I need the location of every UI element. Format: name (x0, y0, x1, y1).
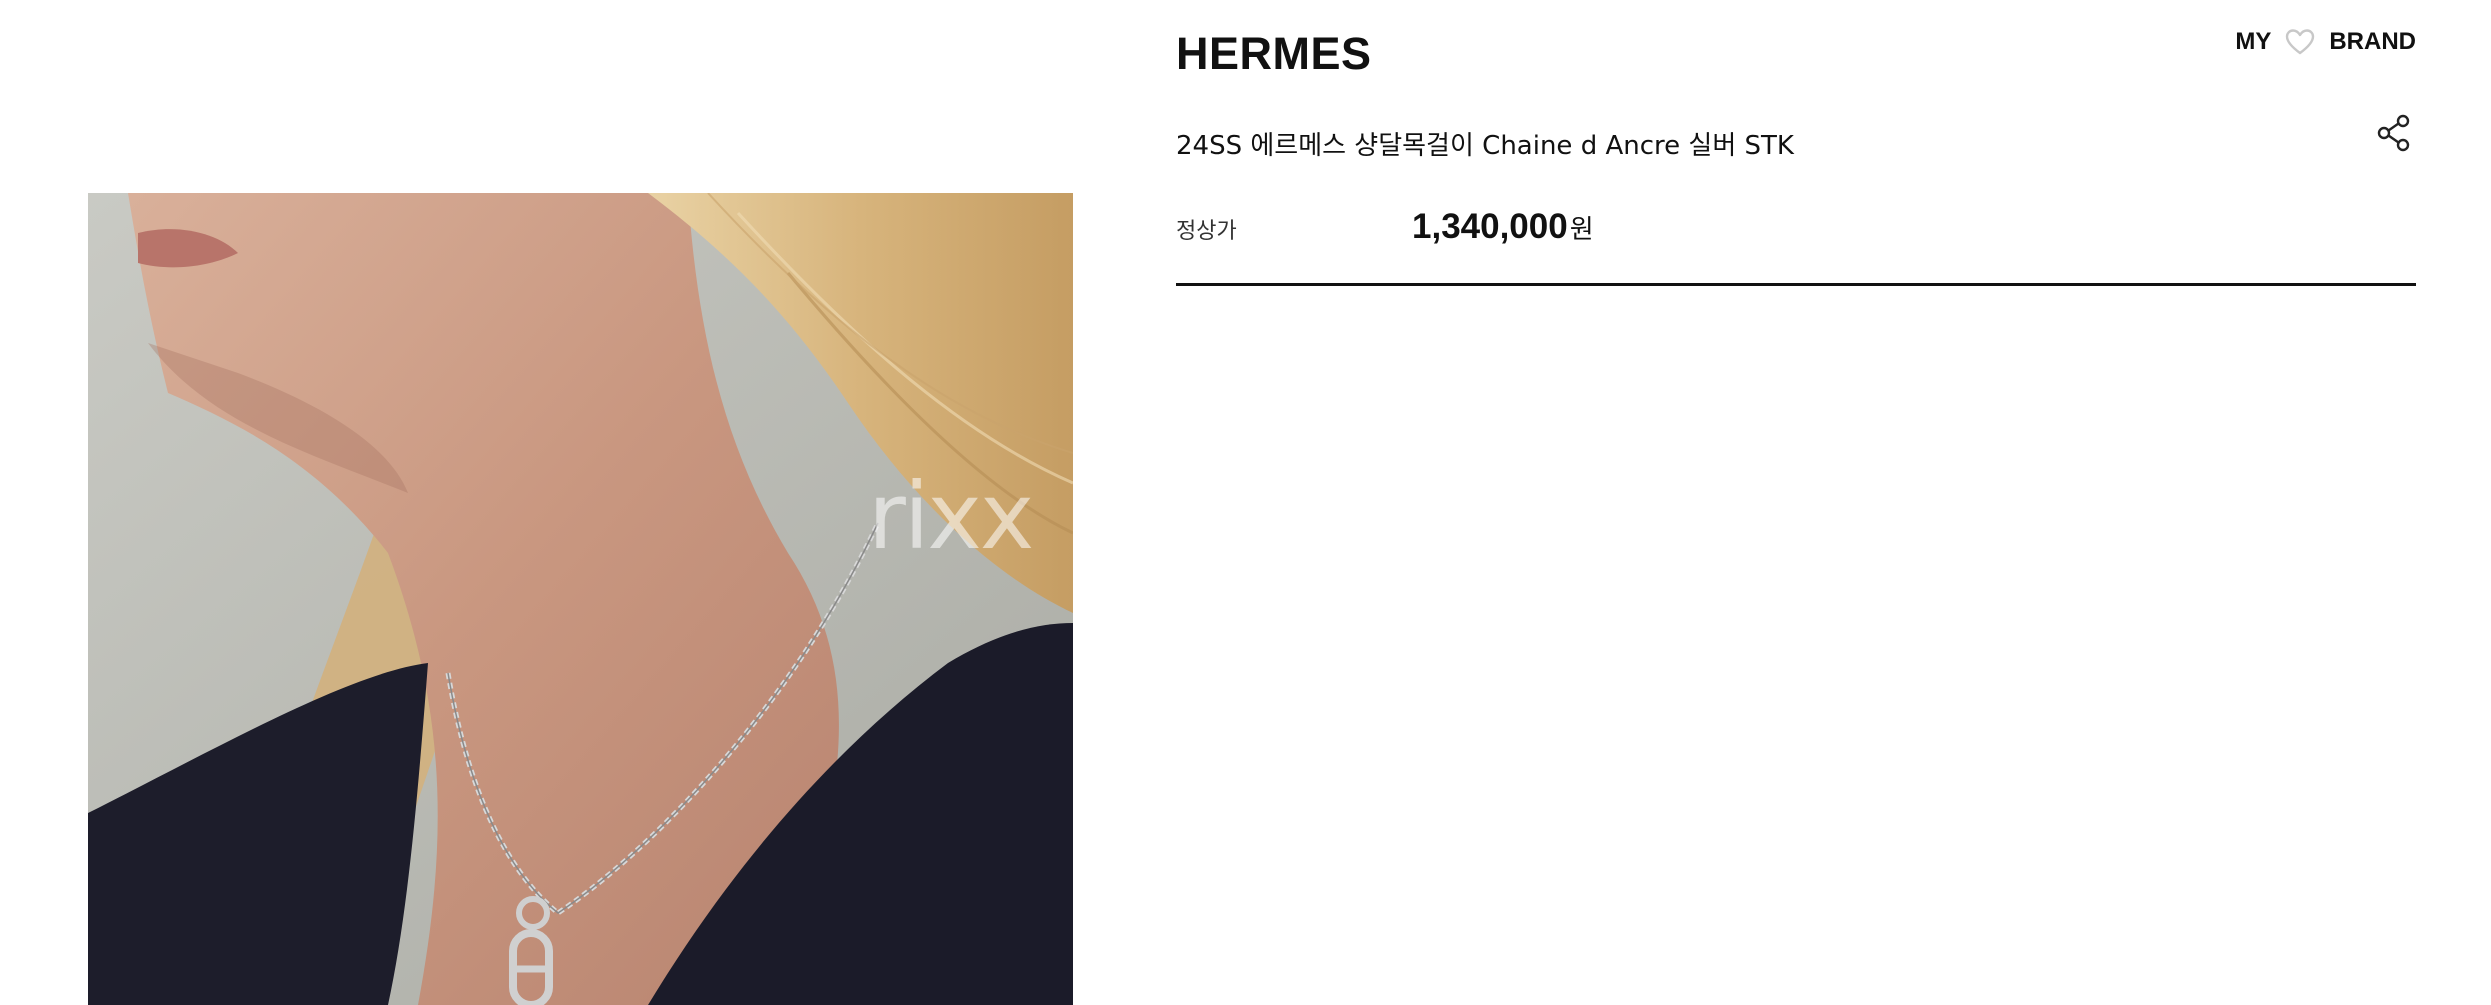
price-currency: 원 (1569, 215, 1594, 245)
watermark-text: rixx (868, 463, 1034, 570)
product-page: rixx HERMES MY BRAND 24SS 에르메스 샹달목걸이 Cha… (0, 0, 2491, 1005)
price-divider (1176, 283, 2416, 286)
product-photo (88, 193, 1073, 1005)
my-brand-button[interactable]: MY BRAND (2235, 28, 2416, 56)
price-label: 정상가 (1176, 219, 1237, 244)
brand-label: BRAND (2329, 28, 2416, 55)
brand-title[interactable]: HERMES (1176, 28, 1372, 80)
product-image[interactable]: rixx (88, 193, 1073, 1005)
product-info: HERMES MY BRAND 24SS 에르메스 샹달목걸이 Chaine d… (1176, 0, 2416, 1005)
price-value: 1,340,000 원 (1412, 207, 1594, 247)
share-icon[interactable] (2376, 114, 2412, 152)
heart-outline-icon[interactable] (2285, 28, 2315, 56)
price-amount: 1,340,000 (1412, 207, 1568, 246)
product-name: 24SS 에르메스 샹달목걸이 Chaine d Ancre 실버 STK (1176, 131, 1794, 161)
my-label: MY (2235, 28, 2272, 55)
